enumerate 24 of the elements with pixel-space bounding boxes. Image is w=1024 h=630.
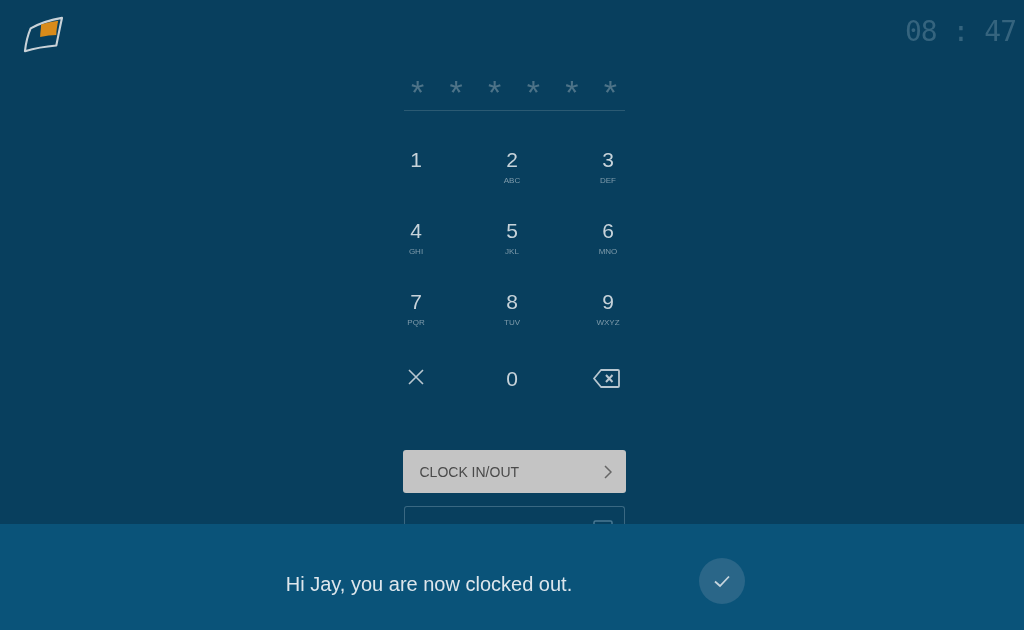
backspace-icon[interactable] xyxy=(592,369,620,388)
chevron-right-icon xyxy=(603,464,612,479)
keypad-key[interactable]: 4 GHI xyxy=(368,217,464,288)
check-circle-icon xyxy=(699,558,746,604)
pin-mask-character: * xyxy=(602,73,619,110)
keypad-key[interactable]: 3 DEF xyxy=(560,146,656,217)
close-icon[interactable] xyxy=(408,369,424,385)
keypad-key[interactable]: 1 xyxy=(368,146,464,217)
pin-mask-character: * xyxy=(409,73,426,110)
clock-in-out-button[interactable]: CLOCK IN/OUT xyxy=(402,450,626,493)
pin-mask-character: * xyxy=(525,73,541,110)
pin-mask-character: * xyxy=(564,73,580,110)
pin-mask-character: * xyxy=(487,73,503,110)
card-icon xyxy=(592,520,613,524)
keypad-key[interactable]: 2 ABC xyxy=(464,146,560,217)
keypad-key[interactable]: 6 MNO xyxy=(560,217,656,288)
keypad-key[interactable]: 9 WXYZ xyxy=(560,288,656,359)
logo-icon xyxy=(22,16,64,54)
keypad-key[interactable]: 5 JKL xyxy=(464,217,560,288)
notification-message: Hi Jay, you are now clocked out. xyxy=(285,572,573,596)
pin-mask-character: * xyxy=(448,73,464,110)
keypad-key[interactable]: 8 TUV xyxy=(464,288,560,359)
keypad-key[interactable]: 7 PQR xyxy=(368,288,464,359)
keypad-key[interactable]: 0 xyxy=(464,359,560,430)
